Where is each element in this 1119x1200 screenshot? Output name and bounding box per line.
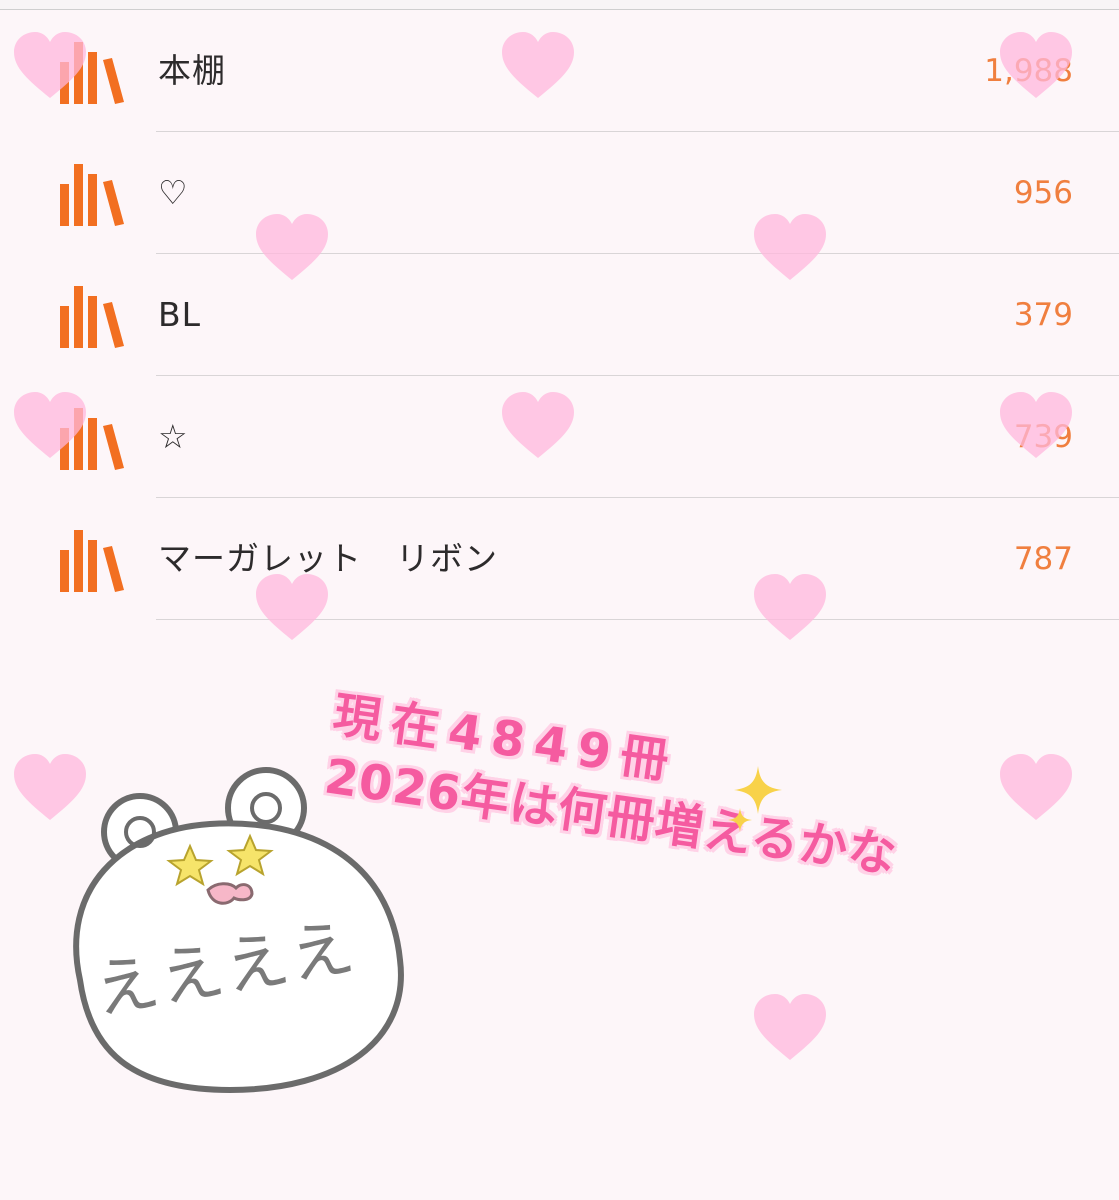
top-divider (0, 0, 1119, 10)
bookshelf-icon (60, 286, 124, 348)
bookshelf-count: 956 (1013, 175, 1073, 211)
bookshelf-name: 本棚 (158, 51, 226, 90)
bookshelf-icon (60, 408, 124, 470)
bookshelf-name: BL (158, 295, 202, 334)
bookshelf-row[interactable]: 本棚 1,988 (0, 10, 1119, 132)
bookshelf-row[interactable]: ♡ 956 (0, 132, 1119, 254)
bookshelf-list: 本棚 1,988 ♡ 956 BL 379 ☆ 739 マーガレット リボン 7… (0, 10, 1119, 620)
bookshelf-count: 379 (1013, 297, 1073, 333)
heart-icon (1000, 754, 1072, 820)
sparkle-icon (728, 766, 782, 832)
heart-icon (754, 994, 826, 1060)
bookshelf-row[interactable]: マーガレット リボン 787 (0, 498, 1119, 620)
bookshelf-name: ☆ (158, 417, 189, 456)
bookshelf-icon (60, 42, 124, 104)
bookshelf-name: マーガレット リボン (158, 539, 498, 578)
bookshelf-count: 1,988 (984, 53, 1073, 89)
bookshelf-name: ♡ (158, 173, 189, 212)
bookshelf-icon (60, 530, 124, 592)
bookshelf-row[interactable]: BL 379 (0, 254, 1119, 376)
bookshelf-count: 787 (1013, 541, 1073, 577)
bookshelf-row[interactable]: ☆ 739 (0, 376, 1119, 498)
bookshelf-count: 739 (1013, 419, 1073, 455)
bookshelf-icon (60, 164, 124, 226)
row-divider (156, 619, 1119, 620)
